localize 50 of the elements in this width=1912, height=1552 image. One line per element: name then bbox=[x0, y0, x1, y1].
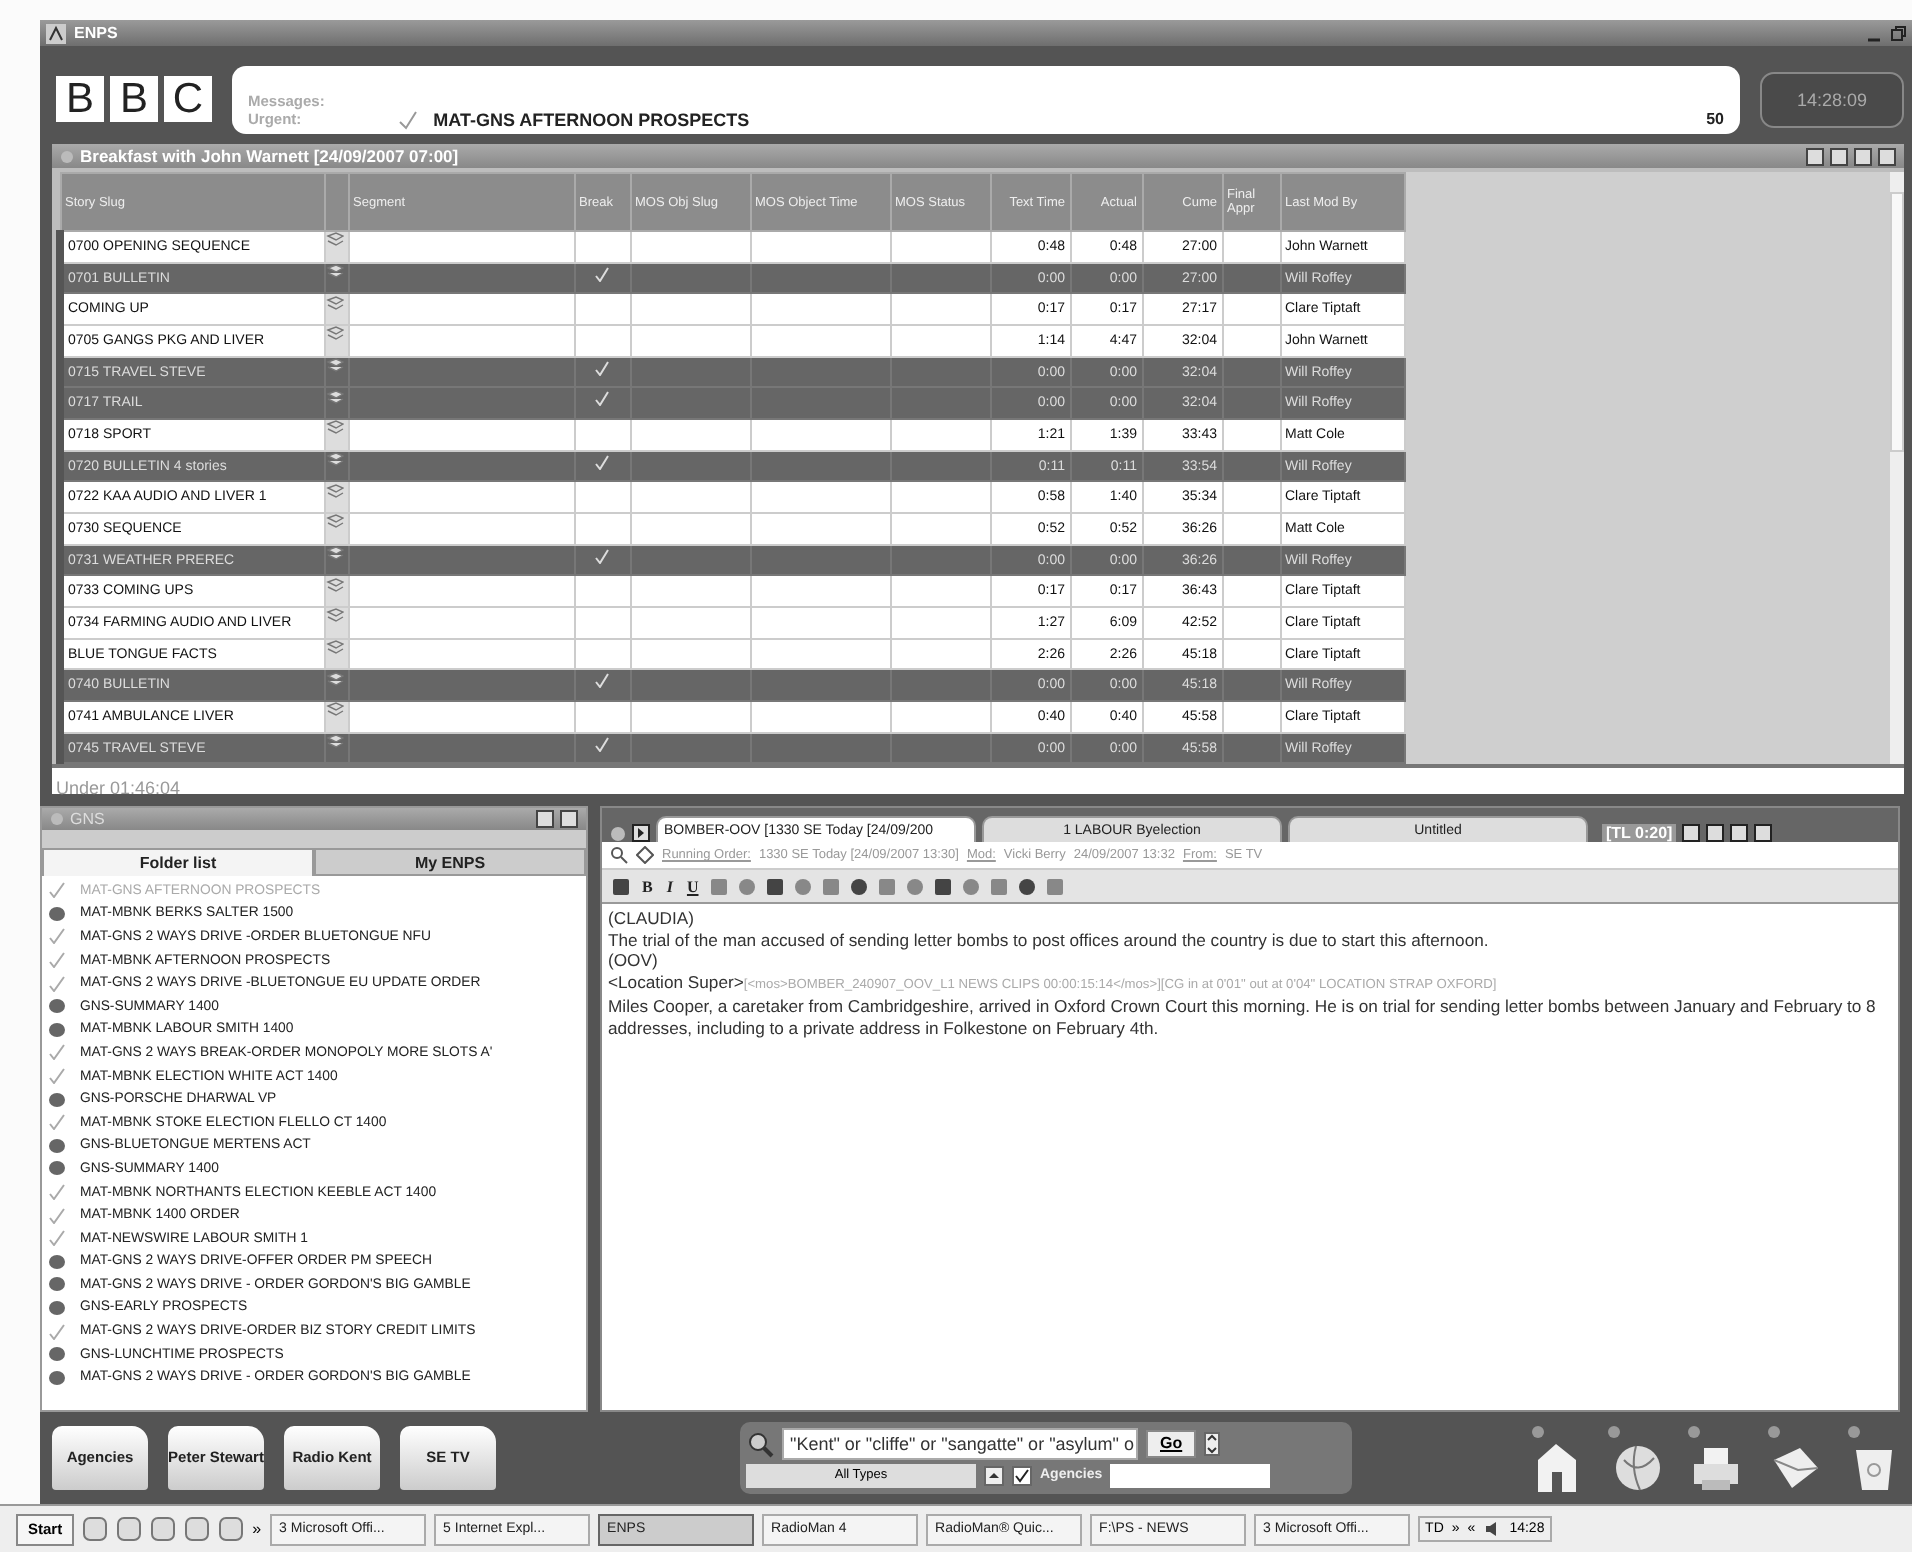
pin-icon bbox=[50, 812, 64, 827]
urgent-message[interactable]: MAT-GNS AFTERNOON PROSPECTS bbox=[433, 109, 750, 130]
quick-launch-icon[interactable] bbox=[218, 1516, 245, 1542]
pin-icon bbox=[610, 826, 626, 843]
scrollbar[interactable] bbox=[1890, 172, 1904, 765]
checkbox[interactable] bbox=[1012, 1465, 1032, 1486]
source-dropdown[interactable] bbox=[1110, 1463, 1271, 1488]
format-button[interactable]: U bbox=[682, 877, 703, 896]
globe-icon[interactable] bbox=[1604, 1423, 1664, 1492]
bubble-icon bbox=[48, 905, 66, 922]
quick-launch-icon[interactable] bbox=[116, 1516, 143, 1542]
printer-icon[interactable] bbox=[1684, 1423, 1744, 1492]
format-button[interactable]: I bbox=[662, 877, 677, 896]
logo-block: B bbox=[56, 76, 104, 123]
spinner-icon[interactable] bbox=[1204, 1431, 1221, 1456]
quick-launch-icon[interactable] bbox=[184, 1516, 211, 1542]
envelope-icon[interactable] bbox=[1764, 1423, 1824, 1492]
pin-icon bbox=[60, 149, 74, 164]
check-icon bbox=[48, 882, 66, 899]
search-icon[interactable] bbox=[610, 846, 628, 865]
folder-tab[interactable]: My ENPS bbox=[314, 848, 586, 877]
script-paragraph: Miles Cooper, a caretaker from Cambridgeshire, arrived in Oxford Crown Court this morning. He is on trial for sending letter bombs between January and February to 8 addresses, including to a private address in Folkestone on February 4th. bbox=[608, 996, 1878, 1039]
presenter-cue: (OOV) bbox=[608, 950, 660, 972]
panel-title: GNS bbox=[70, 810, 105, 829]
more-chevron[interactable]: » bbox=[252, 1520, 262, 1538]
presenter-cue: (CLAUDIA) bbox=[608, 908, 696, 930]
speaker-icon[interactable] bbox=[1483, 1520, 1502, 1538]
app-icon bbox=[46, 23, 66, 44]
window-button-icon[interactable] bbox=[632, 824, 650, 843]
format-button[interactable]: B bbox=[638, 877, 657, 896]
folder-tab[interactable]: Folder list bbox=[42, 848, 314, 877]
bubble-icon bbox=[48, 1091, 66, 1108]
under-time: Under 01:46:04 bbox=[56, 778, 181, 799]
go-button[interactable]: Go bbox=[1146, 1429, 1197, 1458]
message-count: 50 bbox=[1706, 109, 1724, 128]
check-icon bbox=[48, 1114, 66, 1131]
search-field[interactable]: "Kent" or "cliffe" or "sangatte" or "asylum" o bbox=[782, 1427, 1138, 1460]
search-icon[interactable] bbox=[746, 1429, 774, 1458]
clock: 14:28:09 bbox=[1760, 71, 1904, 128]
restore-icon[interactable] bbox=[1890, 25, 1906, 42]
window-title: ENPS bbox=[74, 24, 118, 43]
timer-label: [TL 0:20] bbox=[1602, 824, 1677, 843]
quick-launch-icon[interactable] bbox=[150, 1516, 177, 1542]
panel-title: Breakfast with John Warnett [24/09/2007 07:00] bbox=[80, 146, 459, 167]
logo-block: C bbox=[164, 76, 212, 123]
script-paragraph: The trial of the man accused of sending letter bombs to post offices around the country is due to start this afternoon. bbox=[608, 929, 1491, 951]
diamond-icon bbox=[636, 846, 654, 865]
quick-launch-icon[interactable] bbox=[82, 1516, 109, 1542]
logo-block: B bbox=[110, 76, 158, 123]
check-icon bbox=[48, 1323, 66, 1340]
